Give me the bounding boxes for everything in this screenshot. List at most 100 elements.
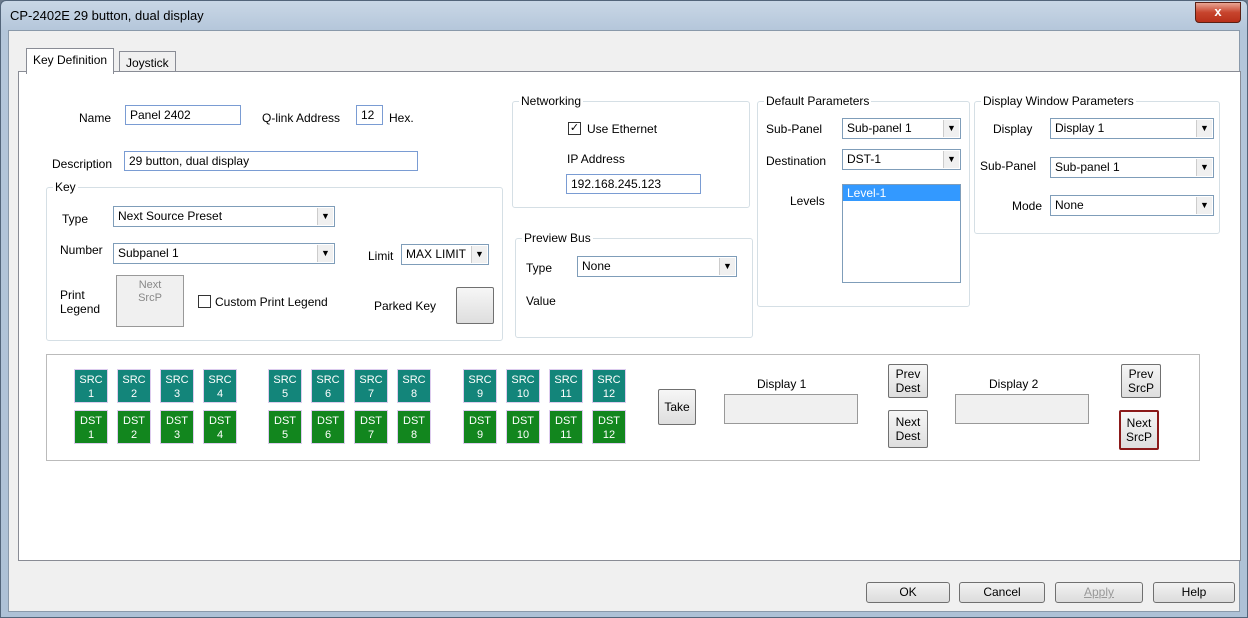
src-button[interactable]: SRC 2	[117, 369, 151, 403]
cancel-button[interactable]: Cancel	[959, 582, 1045, 603]
button-line: SRC	[79, 374, 103, 386]
dst-button[interactable]: DST 11	[549, 410, 583, 444]
apply-button[interactable]: Apply	[1055, 582, 1143, 603]
custom-print-legend-checkbox[interactable]	[198, 295, 211, 308]
qlink-address-field[interactable]: 12	[356, 105, 383, 125]
levels-item[interactable]: Level-1	[843, 185, 960, 201]
button-line: DST	[317, 415, 339, 427]
dst-button[interactable]: DST 1	[74, 410, 108, 444]
key-type-select[interactable]: Next Source Preset ▼	[113, 206, 335, 227]
chevron-down-icon[interactable]: ▼	[719, 258, 735, 275]
print-legend-label-line: Legend	[60, 302, 101, 316]
button-line: 11	[560, 388, 572, 400]
name-field[interactable]: Panel 2402	[125, 105, 241, 125]
mode-value: None	[1055, 198, 1084, 212]
chevron-down-icon[interactable]: ▼	[1196, 120, 1212, 137]
button-line: 1	[87, 388, 95, 400]
close-button[interactable]: x	[1195, 2, 1241, 23]
title-bar[interactable]: CP-2402E 29 button, dual display x	[1, 1, 1247, 31]
dst-button[interactable]: DST 10	[506, 410, 540, 444]
dst-button[interactable]: DST 5	[268, 410, 302, 444]
dst-button[interactable]: DST 7	[354, 410, 388, 444]
src-button[interactable]: SRC 3	[160, 369, 194, 403]
src-button[interactable]: SRC 11	[549, 369, 583, 403]
src-button[interactable]: SRC 8	[397, 369, 431, 403]
src-button[interactable]: SRC 5	[268, 369, 302, 403]
limit-select[interactable]: MAX LIMIT ▼	[401, 244, 489, 265]
button-line: 7	[367, 388, 375, 400]
dst-button[interactable]: DST 8	[397, 410, 431, 444]
dst-button[interactable]: DST 4	[203, 410, 237, 444]
ip-address-field[interactable]: 192.168.245.123	[566, 174, 701, 194]
src-button[interactable]: SRC 12	[592, 369, 626, 403]
button-line: 10	[516, 388, 530, 400]
src-button[interactable]: SRC 9	[463, 369, 497, 403]
default-subpanel-select[interactable]: Sub-panel 1 ▼	[842, 118, 961, 139]
default-parameters-group-label: Default Parameters	[764, 94, 872, 108]
levels-listbox[interactable]: Level-1	[842, 184, 961, 283]
preview-bus-group: Preview Bus	[515, 231, 753, 338]
help-button[interactable]: Help	[1153, 582, 1235, 603]
display-select[interactable]: Display 1 ▼	[1050, 118, 1214, 139]
key-number-value: Subpanel 1	[118, 246, 179, 260]
chevron-down-icon[interactable]: ▼	[943, 120, 959, 137]
button-line: DST	[209, 415, 231, 427]
button-line: 6	[324, 429, 332, 441]
src-button[interactable]: SRC 7	[354, 369, 388, 403]
tab-label: Joystick	[126, 56, 169, 70]
button-line: Next	[895, 415, 921, 429]
src-button[interactable]: SRC 6	[311, 369, 345, 403]
next-dest-button[interactable]: Next Dest	[888, 410, 928, 448]
chevron-down-icon[interactable]: ▼	[1196, 159, 1212, 176]
button-line: 2	[130, 388, 138, 400]
hex-label: Hex.	[389, 111, 414, 125]
button-line: SRC	[165, 374, 189, 386]
dst-button[interactable]: DST 12	[592, 410, 626, 444]
description-field[interactable]: 29 button, dual display	[124, 151, 418, 171]
dst-button[interactable]: DST 6	[311, 410, 345, 444]
display1-label: Display 1	[757, 377, 807, 391]
src-button[interactable]: SRC 10	[506, 369, 540, 403]
button-line: SrcP	[1127, 381, 1154, 395]
button-line: DST	[512, 415, 534, 427]
display-window-group-label: Display Window Parameters	[981, 94, 1136, 108]
dst-button[interactable]: DST 2	[117, 410, 151, 444]
default-subpanel-value: Sub-panel 1	[847, 121, 912, 135]
key-group-label: Key	[53, 180, 78, 194]
tab-key-definition[interactable]: Key Definition	[26, 48, 115, 74]
button-line: 8	[410, 388, 418, 400]
destination-select[interactable]: DST-1 ▼	[842, 149, 961, 170]
chevron-down-icon[interactable]: ▼	[471, 246, 487, 263]
chevron-down-icon[interactable]: ▼	[943, 151, 959, 168]
dst-button[interactable]: DST 9	[463, 410, 497, 444]
ok-button[interactable]: OK	[866, 582, 950, 603]
parked-key-button[interactable]	[456, 287, 494, 324]
use-ethernet-label: Use Ethernet	[587, 122, 658, 136]
mode-select[interactable]: None ▼	[1050, 195, 1214, 216]
chevron-down-icon[interactable]: ▼	[317, 245, 333, 262]
prev-dest-button[interactable]: Prev Dest	[888, 364, 928, 398]
src-button[interactable]: SRC 4	[203, 369, 237, 403]
preview-bus-group-label: Preview Bus	[522, 231, 593, 245]
next-srcp-button[interactable]: Next SrcP	[1119, 410, 1159, 450]
key-type-label: Type	[62, 212, 89, 226]
preview-type-select[interactable]: None ▼	[577, 256, 737, 277]
chevron-down-icon[interactable]: ▼	[1196, 197, 1212, 214]
display-label: Display	[993, 122, 1033, 136]
display-subpanel-select[interactable]: Sub-panel 1 ▼	[1050, 157, 1214, 178]
prev-srcp-button[interactable]: Prev SrcP	[1121, 364, 1161, 398]
key-number-select[interactable]: Subpanel 1 ▼	[113, 243, 335, 264]
button-line: 7	[367, 429, 375, 441]
display-subpanel-label: Sub-Panel	[980, 159, 1037, 173]
button-line: DST	[274, 415, 296, 427]
src-button[interactable]: SRC 1	[74, 369, 108, 403]
button-line: DST	[360, 415, 382, 427]
dst-button[interactable]: DST 3	[160, 410, 194, 444]
qlink-address-label: Q-link Address	[262, 111, 341, 125]
button-line: 5	[281, 388, 289, 400]
networking-group-label: Networking	[519, 94, 584, 108]
chevron-down-icon[interactable]: ▼	[317, 208, 333, 225]
use-ethernet-checkbox[interactable]: ✓	[568, 122, 581, 135]
take-button[interactable]: Take	[658, 389, 696, 425]
button-line: SRC	[402, 374, 426, 386]
